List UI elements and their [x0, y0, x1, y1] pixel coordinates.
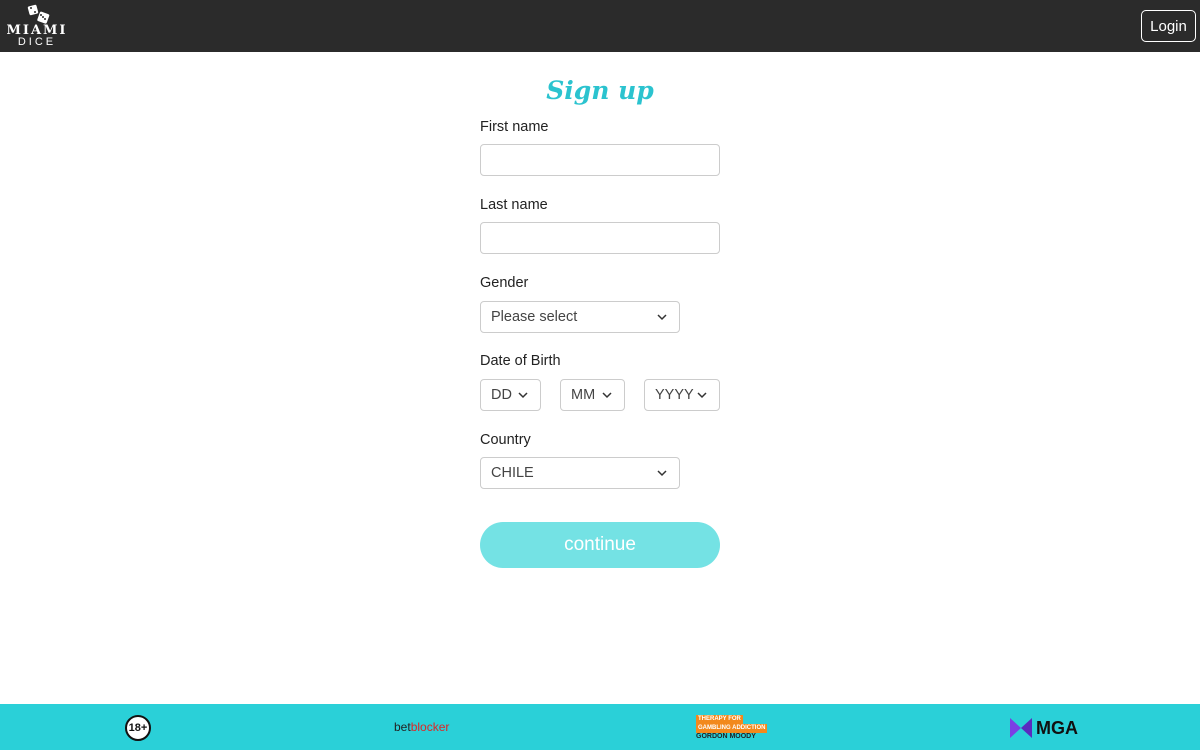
footer: 18+ betblocker THERAPY FOR GAMBLING ADDI… [0, 704, 1200, 750]
mga-icon [1010, 718, 1032, 738]
dob-year-select[interactable]: YYYY [644, 379, 720, 411]
continue-button[interactable]: continue [480, 522, 720, 568]
top-bar: MIAMI DICE Login [0, 0, 1200, 52]
last-name-input[interactable] [480, 222, 720, 254]
country-label: Country [480, 432, 531, 448]
country-select-value: CHILE [491, 465, 534, 481]
country-select[interactable]: CHILE [480, 457, 680, 489]
first-name-label: First name [480, 119, 549, 135]
gordon-moody-line2: GAMBLING ADDICTION [696, 724, 768, 733]
gender-select[interactable]: Please select [480, 301, 680, 333]
dice-icon [26, 3, 51, 25]
gender-label: Gender [480, 275, 529, 291]
mga-label: MGA [1036, 718, 1078, 738]
dob-month-value: MM [571, 387, 596, 403]
dob-day-value: DD [491, 387, 512, 403]
chevron-down-icon [697, 392, 707, 399]
gordon-moody-line1: THERAPY FOR [696, 715, 743, 724]
dob-month-select[interactable]: MM [560, 379, 625, 411]
miami-dice-logo[interactable]: MIAMI DICE [4, 3, 70, 49]
first-name-input[interactable] [480, 144, 720, 176]
dob-day-select[interactable]: DD [480, 379, 541, 411]
gordon-moody-logo[interactable]: THERAPY FOR GAMBLING ADDICTION GORDON MO… [696, 715, 768, 741]
age-restriction-badge: 18+ [125, 715, 151, 741]
date-of-birth-label: Date of Birth [480, 353, 561, 369]
logo-subtitle: DICE [17, 36, 57, 48]
gender-select-value: Please select [491, 309, 578, 325]
betblocker-logo[interactable]: betblocker [394, 720, 449, 734]
mga-logo[interactable]: MGA [1010, 717, 1080, 739]
betblocker-logo-part2: blocker [410, 720, 450, 734]
chevron-down-icon [657, 470, 667, 477]
gordon-moody-line3: GORDON MOODY [696, 733, 756, 740]
chevron-down-icon [518, 392, 528, 399]
login-button[interactable]: Login [1141, 10, 1196, 42]
chevron-down-icon [657, 314, 667, 321]
dob-year-value: YYYY [655, 387, 694, 403]
chevron-down-icon [602, 392, 612, 399]
betblocker-logo-part1: bet [394, 720, 411, 734]
last-name-label: Last name [480, 197, 548, 213]
page-title: Sign up [546, 76, 654, 105]
